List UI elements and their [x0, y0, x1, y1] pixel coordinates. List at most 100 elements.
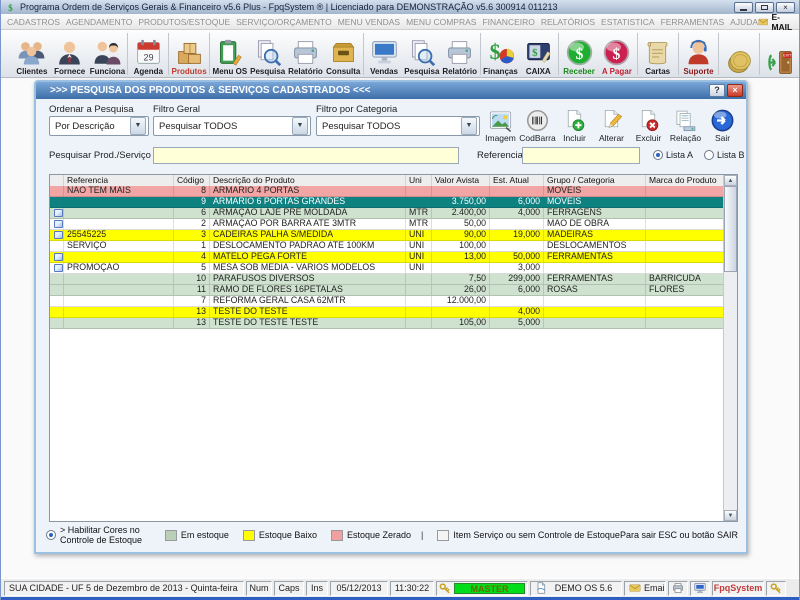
toolbar-button-relatorio[interactable]: Relatório [287, 31, 325, 77]
toolbar-label: Consulta [326, 67, 360, 77]
toolbar-label: Fornece [54, 67, 85, 77]
toolbar-button-clientes[interactable]: Clientes [13, 31, 51, 77]
printer-icon [672, 582, 684, 594]
menu-item-financeiro[interactable]: FINANCEIRO [482, 17, 534, 27]
minimize-button[interactable] [734, 2, 753, 13]
toolbar-button-pesquisa[interactable]: Pesquisa [403, 31, 441, 77]
menu-item-relatorios[interactable]: RELATÓRIOS [541, 17, 595, 27]
status-email-button[interactable]: Email [624, 581, 666, 596]
table-row-teste-do-teste-teste[interactable]: 13TESTE DO TESTE TESTE105,005,000 [50, 318, 724, 329]
column-header-uni[interactable]: Uni [406, 175, 432, 186]
status-computer-button[interactable] [690, 581, 710, 596]
menu-item-estatistica[interactable]: ESTATISTICA [601, 17, 655, 27]
exit-door-icon: EXIT [765, 48, 796, 77]
order-filter-select[interactable]: Por Descrição ▼ [49, 116, 149, 136]
scroll-up-icon[interactable]: ▲ [724, 175, 737, 186]
toolbar-button-caixa[interactable]: $CAIXA [519, 31, 557, 77]
status-key-button[interactable] [766, 581, 786, 596]
toolbar-button-pesquisa[interactable]: Pesquisa [249, 31, 287, 77]
list-b-radio[interactable]: Lista B [704, 150, 745, 160]
table-row-teste-do-teste[interactable]: 13TESTE DO TESTE4,000 [50, 307, 724, 318]
reference-input[interactable] [522, 147, 640, 164]
menu-item-menu-compras[interactable]: MENU COMPRAS [406, 17, 476, 27]
scroll-down-icon[interactable]: ▼ [724, 510, 737, 521]
menu-item-produtos-estoque[interactable]: PRODUTOS/ESTOQUE [138, 17, 230, 27]
cell-descricao-do-produto: TESTE DO TESTE TESTE [210, 318, 406, 328]
menu-item-ajuda[interactable]: AJUDA [730, 17, 758, 27]
column-header-est-atual[interactable]: Est. Atual [490, 175, 544, 186]
toolbar-label: Clientes [16, 67, 47, 77]
toolbar-button-relatorio[interactable]: Relatório [441, 31, 479, 77]
table-row-armario-4-portas[interactable]: NAO TEM MAIS8ARMARIO 4 PORTASMOVEIS [50, 186, 724, 197]
cell-descricao-do-produto: ARMARIO 6 PORTAS GRANDES [210, 197, 406, 207]
menu-item-cadastros[interactable]: CADASTROS [7, 17, 60, 27]
table-row-parafusos-diversos[interactable]: 10PARAFUSOS DIVERSOS7,50299,000FERRAMENT… [50, 274, 724, 285]
toolbar-button-suporte[interactable]: Suporte [680, 31, 718, 77]
incluir-button[interactable]: Incluir [556, 98, 593, 144]
category-filter-select[interactable]: Pesquisar TODOS ▼ [316, 116, 480, 136]
supplier-person-icon [54, 38, 85, 67]
excluir-button[interactable]: Excluir [630, 98, 667, 144]
table-row-armario-6-portas-grandes[interactable]: 9ARMARIO 6 PORTAS GRANDES3.750,006,000MO… [50, 197, 724, 208]
column-header-codigo[interactable]: Código [174, 175, 210, 186]
table-row-mesa-sob-media-varios-modelos[interactable]: PROMOÇÃO5MESA SOB MEDIA - VARIOS MODELOS… [50, 263, 724, 274]
column-header-image[interactable] [50, 175, 64, 186]
chevron-down-icon: ▼ [292, 117, 308, 135]
menu-item-agendamento[interactable]: AGENDAMENTO [66, 17, 132, 27]
toolbar-button-consulta[interactable]: Consulta [324, 31, 362, 77]
scrollbar-thumb[interactable] [724, 186, 737, 272]
stock-color-legend: > Habilitar Cores no Controle de Estoque… [46, 526, 738, 544]
alterar-button[interactable]: Alterar [593, 98, 630, 144]
cell-image [50, 263, 64, 273]
toolbar-button-vendas[interactable]: Vendas [365, 31, 403, 77]
menu-item-email[interactable]: E-MAIL [758, 12, 795, 32]
toolbar-button-financas[interactable]: $Finanças [482, 31, 520, 77]
relacao-button[interactable]: Relação [667, 98, 704, 144]
status-brand: FpqSystem [712, 581, 764, 596]
table-scrollbar[interactable]: ▲ ▼ [723, 175, 737, 521]
toolbar-button-a-pagar[interactable]: $A Pagar [598, 31, 636, 77]
toolbar-button-produtos[interactable]: Produtos [170, 31, 208, 77]
column-header-marca-do-produto[interactable]: Marca do Produto [646, 175, 724, 186]
product-search-input[interactable] [153, 147, 459, 164]
column-header-descricao-do-produto[interactable]: Descrição do Produto [210, 175, 406, 186]
column-header-valor-avista[interactable]: Valor Avista [432, 175, 490, 186]
table-row-reforma-geral-casa-62mtr[interactable]: 7REFORMA GERAL CASA 62MTR12.000,00 [50, 296, 724, 307]
general-filter-select[interactable]: Pesquisar TODOS ▼ [153, 116, 311, 136]
list-a-radio[interactable]: Lista A [653, 150, 693, 160]
toolbar-button-coin-icon[interactable] [720, 31, 758, 77]
menu-item-servico-orcamento[interactable]: SERVIÇO/ORÇAMENTO [236, 17, 332, 27]
enable-colors-toggle[interactable]: > Habilitar Cores no Controle de Estoque [46, 525, 151, 545]
toolbar-button-agenda[interactable]: 29Agenda [129, 31, 167, 77]
column-header-grupo-categoria[interactable]: Grupo / Categoria [544, 175, 646, 186]
table-row-ramo-de-flores-16petalas[interactable]: 11RAMO DE FLORES 16PETALAS26,006,000ROSA… [50, 285, 724, 296]
menu-item-ferramentas[interactable]: FERRAMENTAS [661, 17, 725, 27]
cell-marca-do-produto [646, 230, 724, 240]
status-date: 05/12/2013 [330, 581, 388, 596]
help-button[interactable]: ? [709, 84, 725, 97]
status-printer-button[interactable] [668, 581, 688, 596]
legend-items: Em estoqueEstoque BaixoEstoque Zerado|It… [151, 530, 620, 541]
table-row-armacao-laje-pre-moldada[interactable]: 6ARMAÇÃO LAJE PRE MOLDADAMTR2.400,004,00… [50, 208, 724, 219]
table-row-armacao-por-barra-ate-3mtr[interactable]: 2ARMAÇÃO POR BARRA ATE 3MTRMTR50,00MÃO D… [50, 219, 724, 230]
toolbar-button-exit-door-icon[interactable]: EXIT [761, 31, 799, 77]
key-icon [439, 582, 451, 594]
codbarra-button[interactable]: CodBarra [519, 98, 556, 144]
toolbar-button-receber[interactable]: $Receber [560, 31, 598, 77]
cell-image [50, 252, 64, 262]
toolbar-button-fornece[interactable]: Fornece [51, 31, 89, 77]
toolbar-button-menu-os[interactable]: Menu OS [211, 31, 249, 77]
toolbar-button-cartas[interactable]: Cartas [639, 31, 677, 77]
imagem-button[interactable]: Imagem [482, 98, 519, 144]
sair-button[interactable]: Sair [704, 98, 741, 144]
cell-uni: UNI [406, 241, 432, 251]
menu-item-menu-vendas[interactable]: MENU VENDAS [338, 17, 400, 27]
search-window-close-button[interactable]: × [727, 84, 743, 97]
table-row-matelo-pega-forte[interactable]: 4MATELO PEGA FORTEUNI13,0050,000FERRAMEN… [50, 252, 724, 263]
table-row-deslocamento-padrao-ate-100km[interactable]: SERVIÇO1DESLOCAMENTO PADRAO ATE 100KMUNI… [50, 241, 724, 252]
column-header-referencia[interactable]: Referencia [64, 175, 174, 186]
cell-codigo: 6 [174, 208, 210, 218]
table-row-cadeiras-palha-s-medida[interactable]: 255452253CADEIRAS PALHA S/MEDIDAUNI90,00… [50, 230, 724, 241]
mail-icon [758, 17, 768, 27]
toolbar-button-funciona[interactable]: Funciona [89, 31, 127, 77]
